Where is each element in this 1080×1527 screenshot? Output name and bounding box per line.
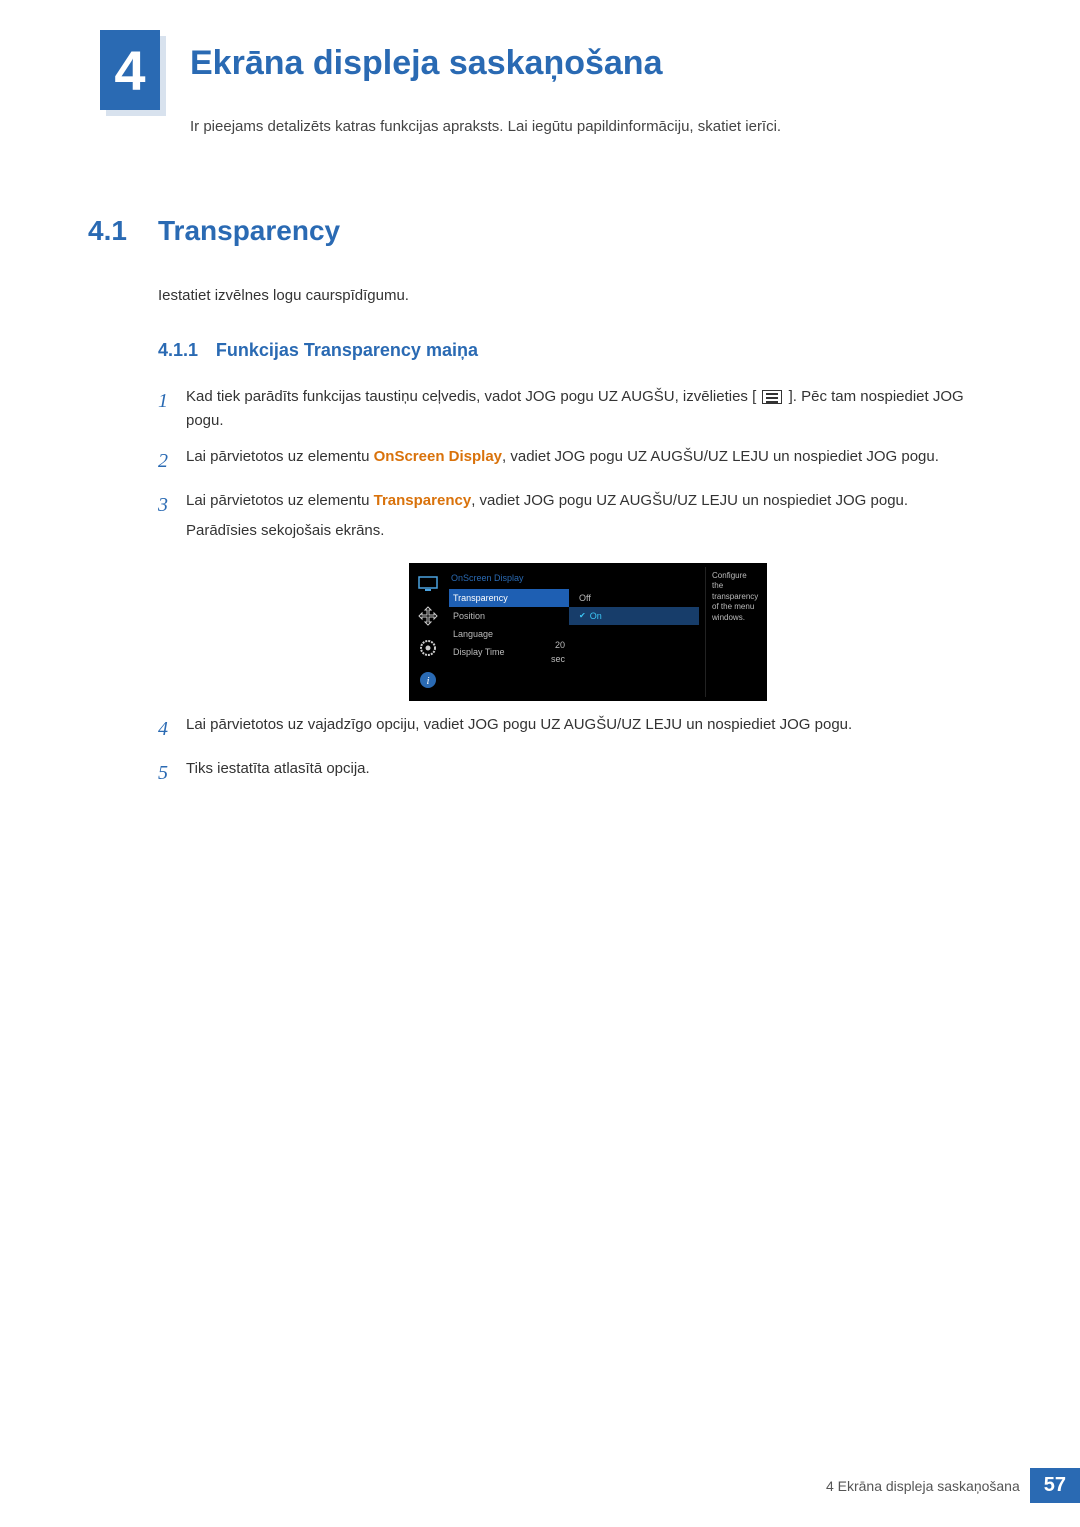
step-body: Tiks iestatīta atlasītā opcija. bbox=[186, 757, 990, 781]
chapter-number: 4 bbox=[114, 38, 145, 103]
osd-item-label: Language bbox=[453, 627, 543, 641]
osd-option-list: Off On bbox=[569, 589, 699, 661]
step-text: , vadiet JOG pogu UZ AUGŠU/UZ LEJU un no… bbox=[502, 448, 939, 465]
step-number: 1 bbox=[158, 385, 186, 417]
osd-menu-item: Display Time 20 sec bbox=[449, 643, 569, 661]
chapter-subtitle: Ir pieejams detalizēts katras funkcijas … bbox=[0, 110, 1080, 135]
subsection-heading: 4.1.1 Funkcijas Transparency maiņa bbox=[0, 304, 1080, 361]
step-body: Lai pārvietotos uz elementu Transparency… bbox=[186, 489, 990, 701]
monitor-icon bbox=[415, 571, 441, 597]
move-icon bbox=[415, 603, 441, 629]
osd-screenshot: i OnScreen Display Transparency Position bbox=[409, 563, 767, 701]
osd-item-value: 20 sec bbox=[543, 638, 565, 667]
osd-option: Off bbox=[569, 589, 699, 607]
chapter-header: 4 Ekrāna displeja saskaņošana bbox=[0, 0, 1080, 110]
footer-page-number: 57 bbox=[1030, 1468, 1080, 1503]
osd-menu-title: OnScreen Display bbox=[449, 571, 699, 589]
step-text: , vadiet JOG pogu UZ AUGŠU/UZ LEJU un no… bbox=[471, 492, 908, 509]
step-text: Lai pārvietotos uz elementu bbox=[186, 492, 374, 509]
osd-item-label: Position bbox=[453, 609, 543, 623]
section-number: 4.1 bbox=[88, 215, 158, 247]
step-number: 5 bbox=[158, 757, 186, 789]
step: 1 Kad tiek parādīts funkcijas taustiņu c… bbox=[158, 373, 990, 433]
menu-icon bbox=[762, 390, 782, 404]
gear-icon bbox=[415, 635, 441, 661]
steps-list: 1 Kad tiek parādīts funkcijas taustiņu c… bbox=[0, 361, 1080, 789]
page-footer: 4 Ekrāna displeja saskaņošana 57 bbox=[826, 1468, 1080, 1503]
step-number: 4 bbox=[158, 713, 186, 745]
osd-menu-item: Position bbox=[449, 607, 569, 625]
step-text: Kad tiek parādīts funkcijas taustiņu ceļ… bbox=[186, 388, 756, 405]
step-number: 2 bbox=[158, 445, 186, 477]
step-body: Lai pārvietotos uz elementu OnScreen Dis… bbox=[186, 445, 990, 469]
step-body: Kad tiek parādīts funkcijas taustiņu ceļ… bbox=[186, 385, 990, 433]
step-number: 3 bbox=[158, 489, 186, 521]
section-title: Transparency bbox=[158, 215, 340, 247]
section-description: Iestatiet izvēlnes logu caurspīdīgumu. bbox=[0, 247, 1080, 304]
subsection-title: Funkcijas Transparency maiņa bbox=[216, 340, 478, 360]
footer-text: 4 Ekrāna displeja saskaņošana bbox=[826, 1478, 1030, 1494]
step-body: Lai pārvietotos uz vajadzīgo opciju, vad… bbox=[186, 713, 990, 737]
step: 5 Tiks iestatīta atlasītā opcija. bbox=[158, 745, 990, 789]
osd-main: OnScreen Display Transparency Position L… bbox=[443, 567, 706, 697]
step: 2 Lai pārvietotos uz elementu OnScreen D… bbox=[158, 433, 990, 477]
subsection-number: 4.1.1 bbox=[158, 340, 198, 360]
info-icon: i bbox=[415, 667, 441, 693]
osd-sidebar: i bbox=[413, 567, 443, 697]
step-text: Lai pārvietotos uz elementu bbox=[186, 448, 374, 465]
step: 3 Lai pārvietotos uz elementu Transparen… bbox=[158, 477, 990, 701]
step-highlight: OnScreen Display bbox=[374, 448, 502, 465]
section-heading: 4.1 Transparency bbox=[0, 135, 1080, 247]
chapter-title: Ekrāna displeja saskaņošana bbox=[190, 30, 662, 83]
osd-option-selected: On bbox=[569, 607, 699, 625]
osd-item-label: Display Time bbox=[453, 645, 543, 659]
step-highlight: Transparency bbox=[374, 492, 472, 509]
osd-item-label: Transparency bbox=[453, 591, 543, 605]
chapter-number-box: 4 bbox=[100, 30, 160, 110]
svg-text:i: i bbox=[426, 675, 429, 687]
step-text: Parādīsies sekojošais ekrāns. bbox=[186, 513, 990, 543]
step: 4 Lai pārvietotos uz vajadzīgo opciju, v… bbox=[158, 701, 990, 745]
osd-description: Configure the transparency of the menu w… bbox=[706, 567, 764, 697]
osd-menu-item-selected: Transparency bbox=[449, 589, 569, 607]
